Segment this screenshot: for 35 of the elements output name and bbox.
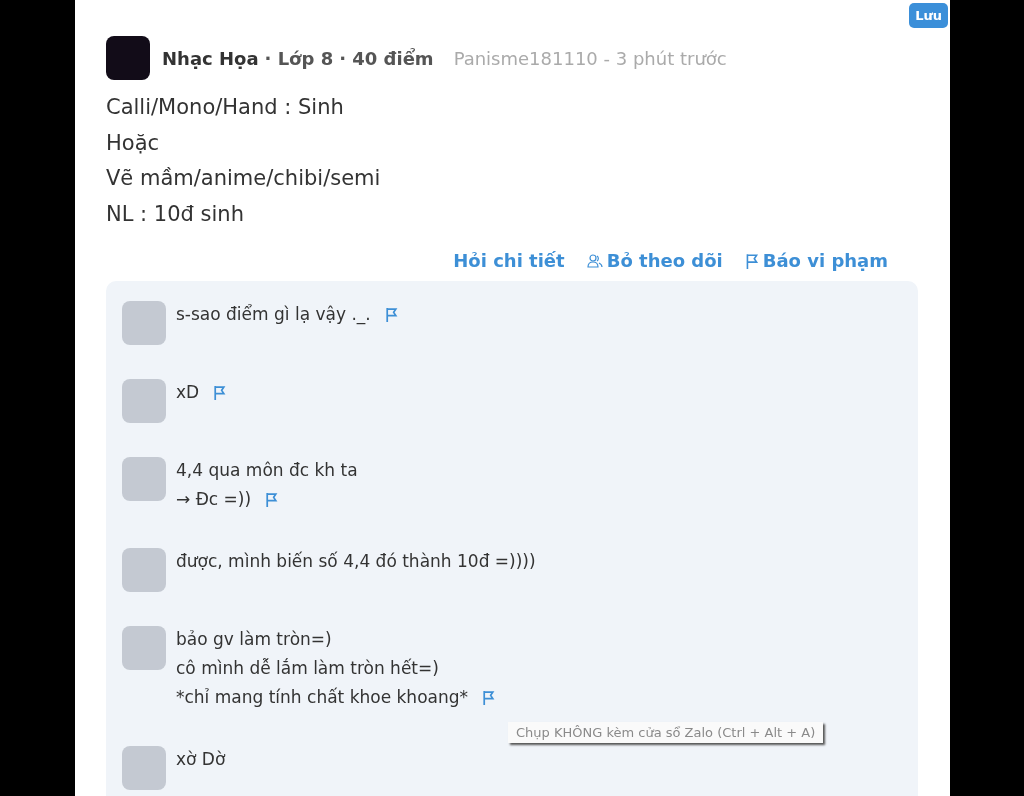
comment-text: *chỉ mang tính chất khoe khoang* — [176, 686, 469, 709]
comment-text: → Đc =)) — [176, 488, 252, 511]
avatar-photo-placeholder — [122, 548, 166, 592]
flag-icon — [744, 252, 759, 269]
subject-label: Nhạc Họa — [162, 47, 259, 69]
avatar-photo-placeholder — [122, 626, 166, 670]
flag-icon[interactable] — [482, 690, 496, 705]
flag-icon[interactable] — [213, 385, 227, 400]
points-label: · 40 điểm — [339, 47, 434, 69]
report-link[interactable]: Báo vi phạm — [744, 250, 888, 271]
author-time: Panisme181110 - 3 phút trước — [453, 47, 727, 69]
avatar-photo-placeholder — [122, 301, 166, 345]
save-button[interactable]: Lưu — [909, 3, 948, 28]
comment-text: s-sao điểm gì lạ vậy ._. — [176, 303, 371, 327]
post-text: Calli/Mono/Hand : Sinh — [106, 94, 345, 121]
tooltip: Chụp KHÔNG kèm cửa sổ Zalo (Ctrl + Alt + A) — [508, 722, 824, 743]
grade-label: · Lớp 8 — [264, 47, 334, 69]
post-text: Vẽ mầm/anime/chibi/semi — [106, 165, 382, 192]
comment-text: xD — [176, 381, 200, 404]
post-text: NL : 10đ sinh — [106, 200, 245, 228]
comment-text: được, mình biến số 4,4 đó thành 10đ =)))) — [176, 550, 536, 573]
avatar-photo-placeholder — [122, 457, 166, 501]
comment-text: cô mình dễ lắm làm tròn hết=) — [176, 657, 439, 680]
unfollow-link[interactable]: Bỏ theo dõi — [586, 250, 723, 271]
comment-text: xờ Dờ — [176, 748, 226, 771]
avatar-photo-placeholder — [122, 746, 166, 790]
comment-text: bảo gv làm tròn=) — [176, 628, 332, 651]
ask-link[interactable]: Hỏi chi tiết — [453, 250, 565, 271]
post-text: Hoặc — [106, 129, 161, 157]
avatar-photo-placeholder — [122, 379, 166, 423]
avatar — [106, 36, 150, 80]
flag-icon[interactable] — [265, 492, 279, 507]
people-icon — [586, 252, 603, 269]
flag-icon[interactable] — [384, 307, 398, 322]
comment-text: 4,4 qua môn đc kh ta — [176, 459, 358, 482]
